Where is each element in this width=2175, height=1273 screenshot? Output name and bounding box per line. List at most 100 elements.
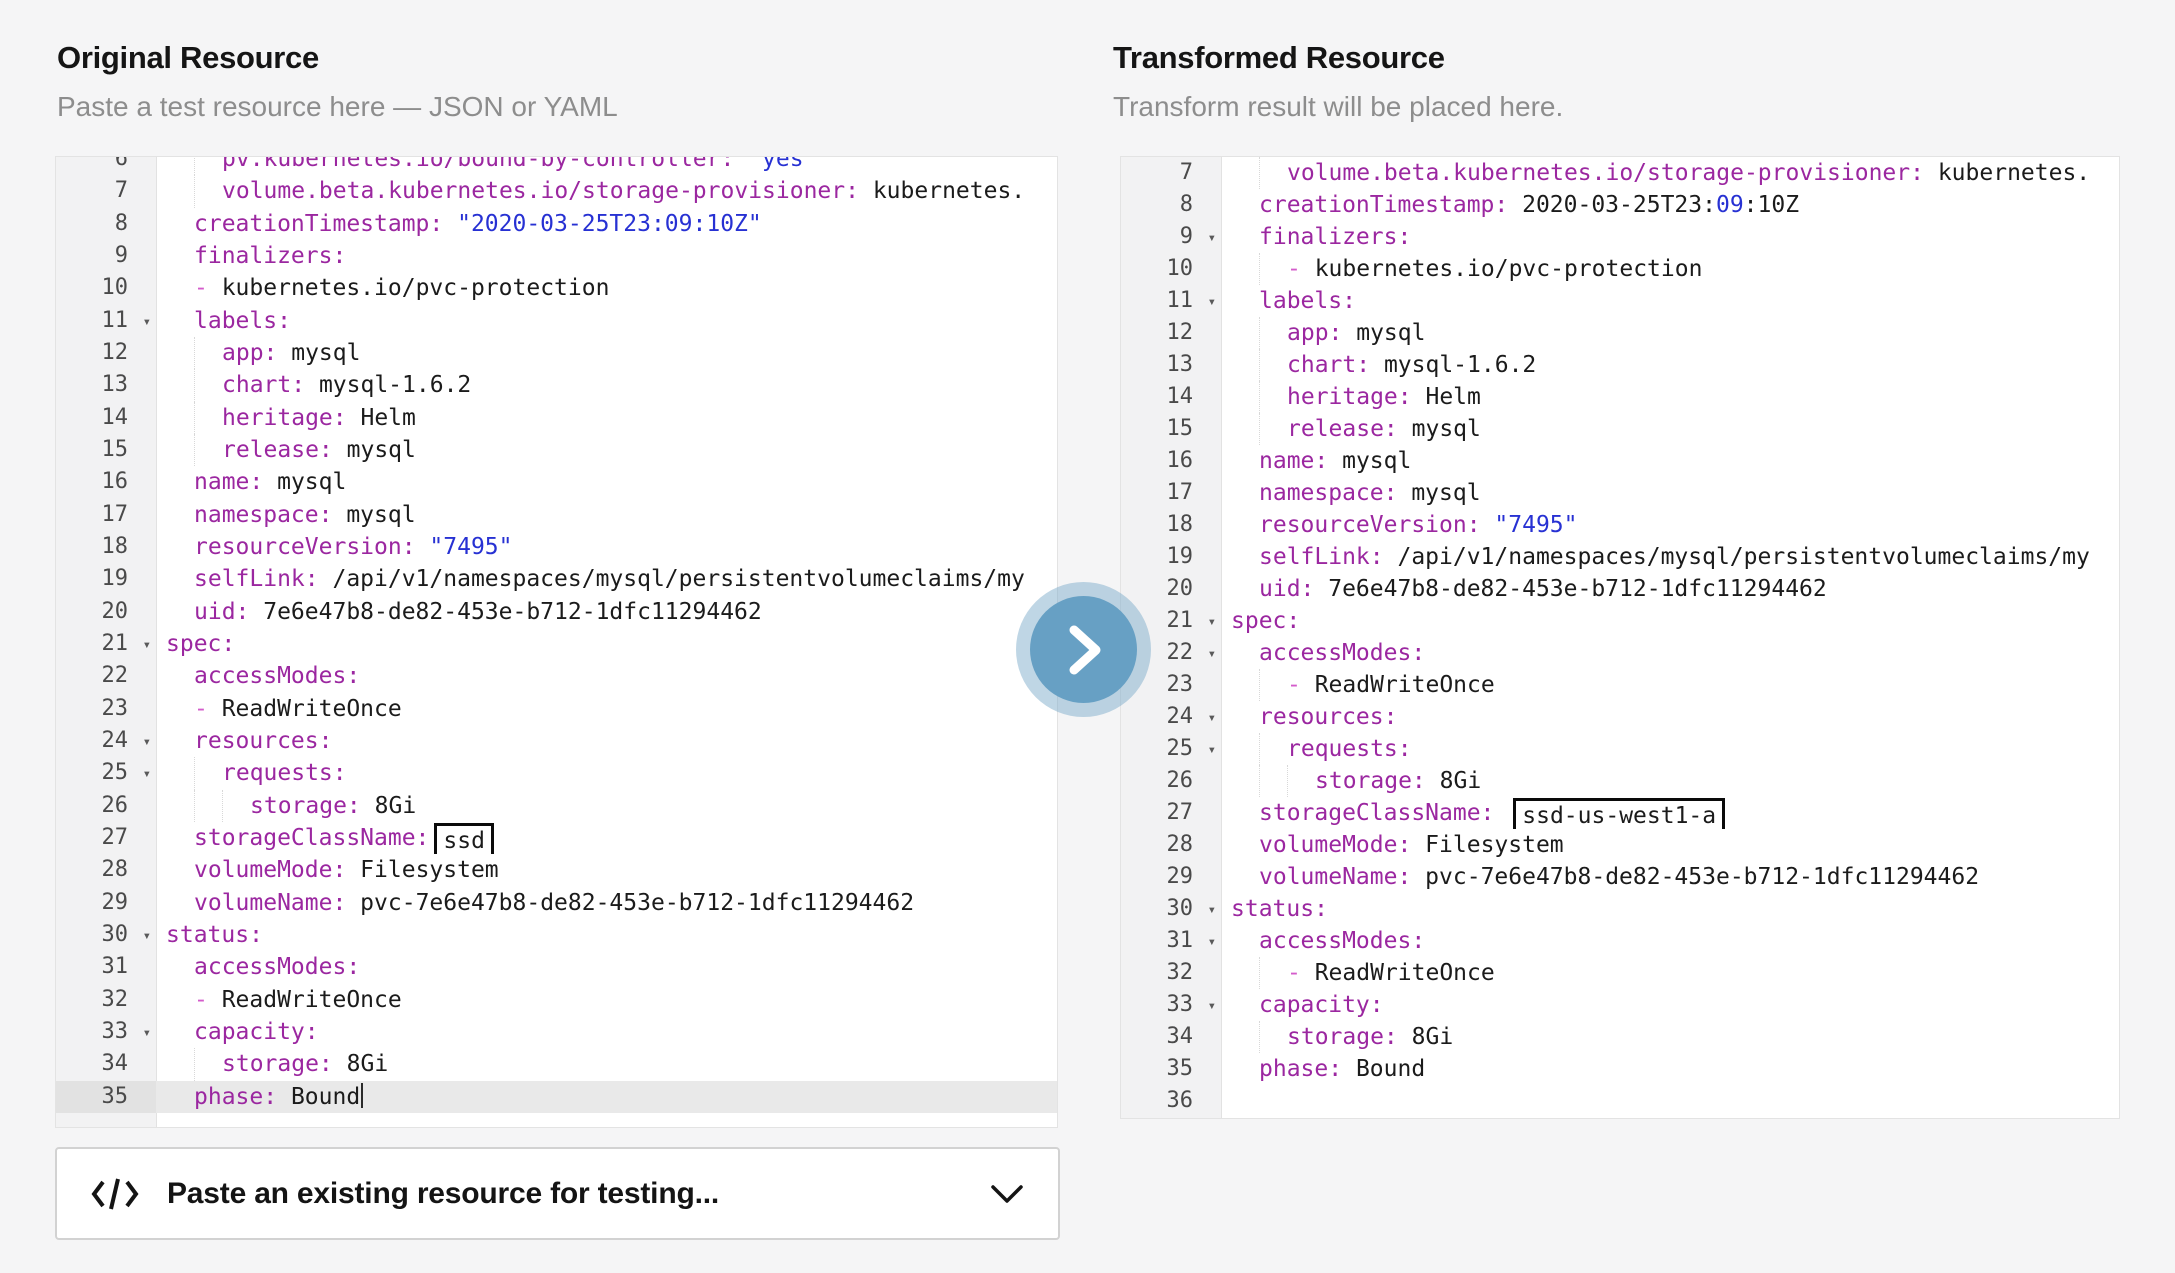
- code-line[interactable]: 29volumeName: pvc-7e6e47b8-de82-453e-b71…: [56, 887, 1057, 919]
- code-line[interactable]: 7volume.beta.kubernetes.io/storage-provi…: [56, 175, 1057, 207]
- code-line[interactable]: 14heritage: Helm: [56, 402, 1057, 434]
- code-line-content: phase: Bound: [1221, 1053, 2119, 1085]
- code-line-content: finalizers:: [156, 240, 1057, 272]
- code-line[interactable]: 19selfLink: /api/v1/namespaces/mysql/per…: [1121, 541, 2119, 573]
- code-line-content: - kubernetes.io/pvc-protection: [156, 272, 1057, 304]
- code-line[interactable]: 32- ReadWriteOnce: [56, 984, 1057, 1016]
- code-line[interactable]: 12app: mysql: [1121, 317, 2119, 349]
- code-line[interactable]: 12app: mysql: [56, 337, 1057, 369]
- indent-guide: [194, 1048, 195, 1080]
- code-line[interactable]: 33▾capacity:: [1121, 989, 2119, 1021]
- line-number: 12: [56, 337, 156, 369]
- indent-guide: [1259, 765, 1260, 797]
- code-line[interactable]: 20uid: 7e6e47b8-de82-453e-b712-1dfc11294…: [56, 596, 1057, 628]
- original-resource-editor[interactable]: 6pv.kubernetes.io/bound-by-controller: "…: [55, 156, 1058, 1128]
- line-number: 6: [56, 156, 156, 175]
- code-line-content: spec:: [1221, 605, 2119, 637]
- fold-arrow-icon[interactable]: ▾: [1208, 222, 1216, 254]
- code-line-content: volume.beta.kubernetes.io/storage-provis…: [156, 175, 1057, 207]
- fold-arrow-icon[interactable]: ▾: [143, 1017, 151, 1049]
- code-line[interactable]: 19selfLink: /api/v1/namespaces/mysql/per…: [56, 563, 1057, 595]
- fold-arrow-icon[interactable]: ▾: [143, 920, 151, 952]
- code-line[interactable]: 9finalizers:: [56, 240, 1057, 272]
- code-line[interactable]: 18resourceVersion: "7495": [56, 531, 1057, 563]
- code-line[interactable]: 28volumeMode: Filesystem: [56, 854, 1057, 886]
- code-line[interactable]: 30▾status:: [56, 919, 1057, 951]
- code-line[interactable]: 35phase: Bound: [1121, 1053, 2119, 1085]
- fold-arrow-icon[interactable]: ▾: [1208, 606, 1216, 638]
- code-line[interactable]: 34storage: 8Gi: [1121, 1021, 2119, 1053]
- code-line-content: volumeName: pvc-7e6e47b8-de82-453e-b712-…: [156, 887, 1057, 919]
- fold-arrow-icon[interactable]: ▾: [1208, 734, 1216, 766]
- code-line[interactable]: 35phase: Bound: [56, 1081, 1057, 1113]
- code-line[interactable]: 24▾resources:: [1121, 701, 2119, 733]
- token-plain: /api/v1/namespaces/mysql/persistentvolum…: [319, 566, 1025, 592]
- fold-arrow-icon[interactable]: ▾: [1208, 702, 1216, 734]
- code-line[interactable]: 10- kubernetes.io/pvc-protection: [1121, 253, 2119, 285]
- code-line[interactable]: 26storage: 8Gi: [56, 790, 1057, 822]
- code-line[interactable]: 30▾status:: [1121, 893, 2119, 925]
- code-line[interactable]: 32- ReadWriteOnce: [1121, 957, 2119, 989]
- fold-arrow-icon[interactable]: ▾: [1208, 286, 1216, 318]
- gutter-cell: 36: [1121, 1085, 1221, 1117]
- transformed-resource-editor[interactable]: 7volume.beta.kubernetes.io/storage-provi…: [1120, 156, 2120, 1119]
- code-line[interactable]: 21▾spec:: [56, 628, 1057, 660]
- code-line[interactable]: 11▾labels:: [1121, 285, 2119, 317]
- code-line[interactable]: 8creationTimestamp: 2020-03-25T23:09:10Z: [1121, 189, 2119, 221]
- token-plain: mysql: [332, 502, 415, 528]
- code-line[interactable]: 13chart: mysql-1.6.2: [56, 369, 1057, 401]
- code-line[interactable]: 34storage: 8Gi: [56, 1048, 1057, 1080]
- fold-arrow-icon[interactable]: ▾: [1208, 990, 1216, 1022]
- code-line[interactable]: 17namespace: mysql: [56, 499, 1057, 531]
- code-line[interactable]: 25▾requests:: [1121, 733, 2119, 765]
- code-line[interactable]: 17namespace: mysql: [1121, 477, 2119, 509]
- fold-arrow-icon[interactable]: ▾: [1208, 926, 1216, 958]
- gutter-cell: 34: [1121, 1021, 1221, 1053]
- fold-arrow-icon[interactable]: ▾: [143, 758, 151, 790]
- code-line[interactable]: 25▾requests:: [56, 757, 1057, 789]
- code-line[interactable]: 27storageClassName: ssd-us-west1-a: [1121, 797, 2119, 829]
- code-line[interactable]: 8creationTimestamp: "2020-03-25T23:09:10…: [56, 208, 1057, 240]
- code-line[interactable]: 29volumeName: pvc-7e6e47b8-de82-453e-b71…: [1121, 861, 2119, 893]
- code-line[interactable]: 24▾resources:: [56, 725, 1057, 757]
- code-line[interactable]: 18resourceVersion: "7495": [1121, 509, 2119, 541]
- code-line[interactable]: 23- ReadWriteOnce: [56, 693, 1057, 725]
- code-line[interactable]: 14heritage: Helm: [1121, 381, 2119, 413]
- fold-arrow-icon[interactable]: ▾: [143, 306, 151, 338]
- code-line[interactable]: 31accessModes:: [56, 951, 1057, 983]
- code-line[interactable]: 15release: mysql: [1121, 413, 2119, 445]
- code-line[interactable]: 36: [1121, 1085, 2119, 1117]
- token-str: "7495": [1481, 512, 1578, 538]
- code-line[interactable]: 31▾accessModes:: [1121, 925, 2119, 957]
- line-number: 10: [56, 272, 156, 304]
- gutter-cell: 32: [1121, 957, 1221, 989]
- code-line[interactable]: 11▾labels:: [56, 305, 1057, 337]
- code-line[interactable]: 21▾spec:: [1121, 605, 2119, 637]
- fold-arrow-icon[interactable]: ▾: [1208, 894, 1216, 926]
- token-key: resourceVersion:: [1259, 512, 1481, 538]
- code-line[interactable]: 23- ReadWriteOnce: [1121, 669, 2119, 701]
- code-line[interactable]: 27storageClassName:ssd: [56, 822, 1057, 854]
- line-number: 26: [1121, 765, 1221, 797]
- code-line[interactable]: 7volume.beta.kubernetes.io/storage-provi…: [1121, 157, 2119, 189]
- code-line[interactable]: 9▾finalizers:: [1121, 221, 2119, 253]
- fold-arrow-icon[interactable]: ▾: [1208, 638, 1216, 670]
- code-line[interactable]: 22▾accessModes:: [1121, 637, 2119, 669]
- code-line[interactable]: 6pv.kubernetes.io/bound-by-controller: "…: [56, 156, 1057, 175]
- code-line[interactable]: 33▾capacity:: [56, 1016, 1057, 1048]
- code-line[interactable]: 16name: mysql: [56, 466, 1057, 498]
- code-line[interactable]: 26storage: 8Gi: [1121, 765, 2119, 797]
- code-line[interactable]: 13chart: mysql-1.6.2: [1121, 349, 2119, 381]
- transform-button[interactable]: [1016, 582, 1151, 717]
- code-text: creationTimestamp: "2020-03-25T23:09:10Z…: [194, 208, 1057, 240]
- paste-resource-dropdown[interactable]: Paste an existing resource for testing..…: [55, 1147, 1060, 1240]
- code-line[interactable]: 28volumeMode: Filesystem: [1121, 829, 2119, 861]
- fold-arrow-icon[interactable]: ▾: [143, 629, 151, 661]
- code-line[interactable]: 16name: mysql: [1121, 445, 2119, 477]
- fold-arrow-icon[interactable]: ▾: [143, 726, 151, 758]
- code-line[interactable]: 15release: mysql: [56, 434, 1057, 466]
- code-line[interactable]: 20uid: 7e6e47b8-de82-453e-b712-1dfc11294…: [1121, 573, 2119, 605]
- code-line[interactable]: 10- kubernetes.io/pvc-protection: [56, 272, 1057, 304]
- code-line[interactable]: 22accessModes:: [56, 660, 1057, 692]
- gutter-cell: 28: [56, 854, 156, 886]
